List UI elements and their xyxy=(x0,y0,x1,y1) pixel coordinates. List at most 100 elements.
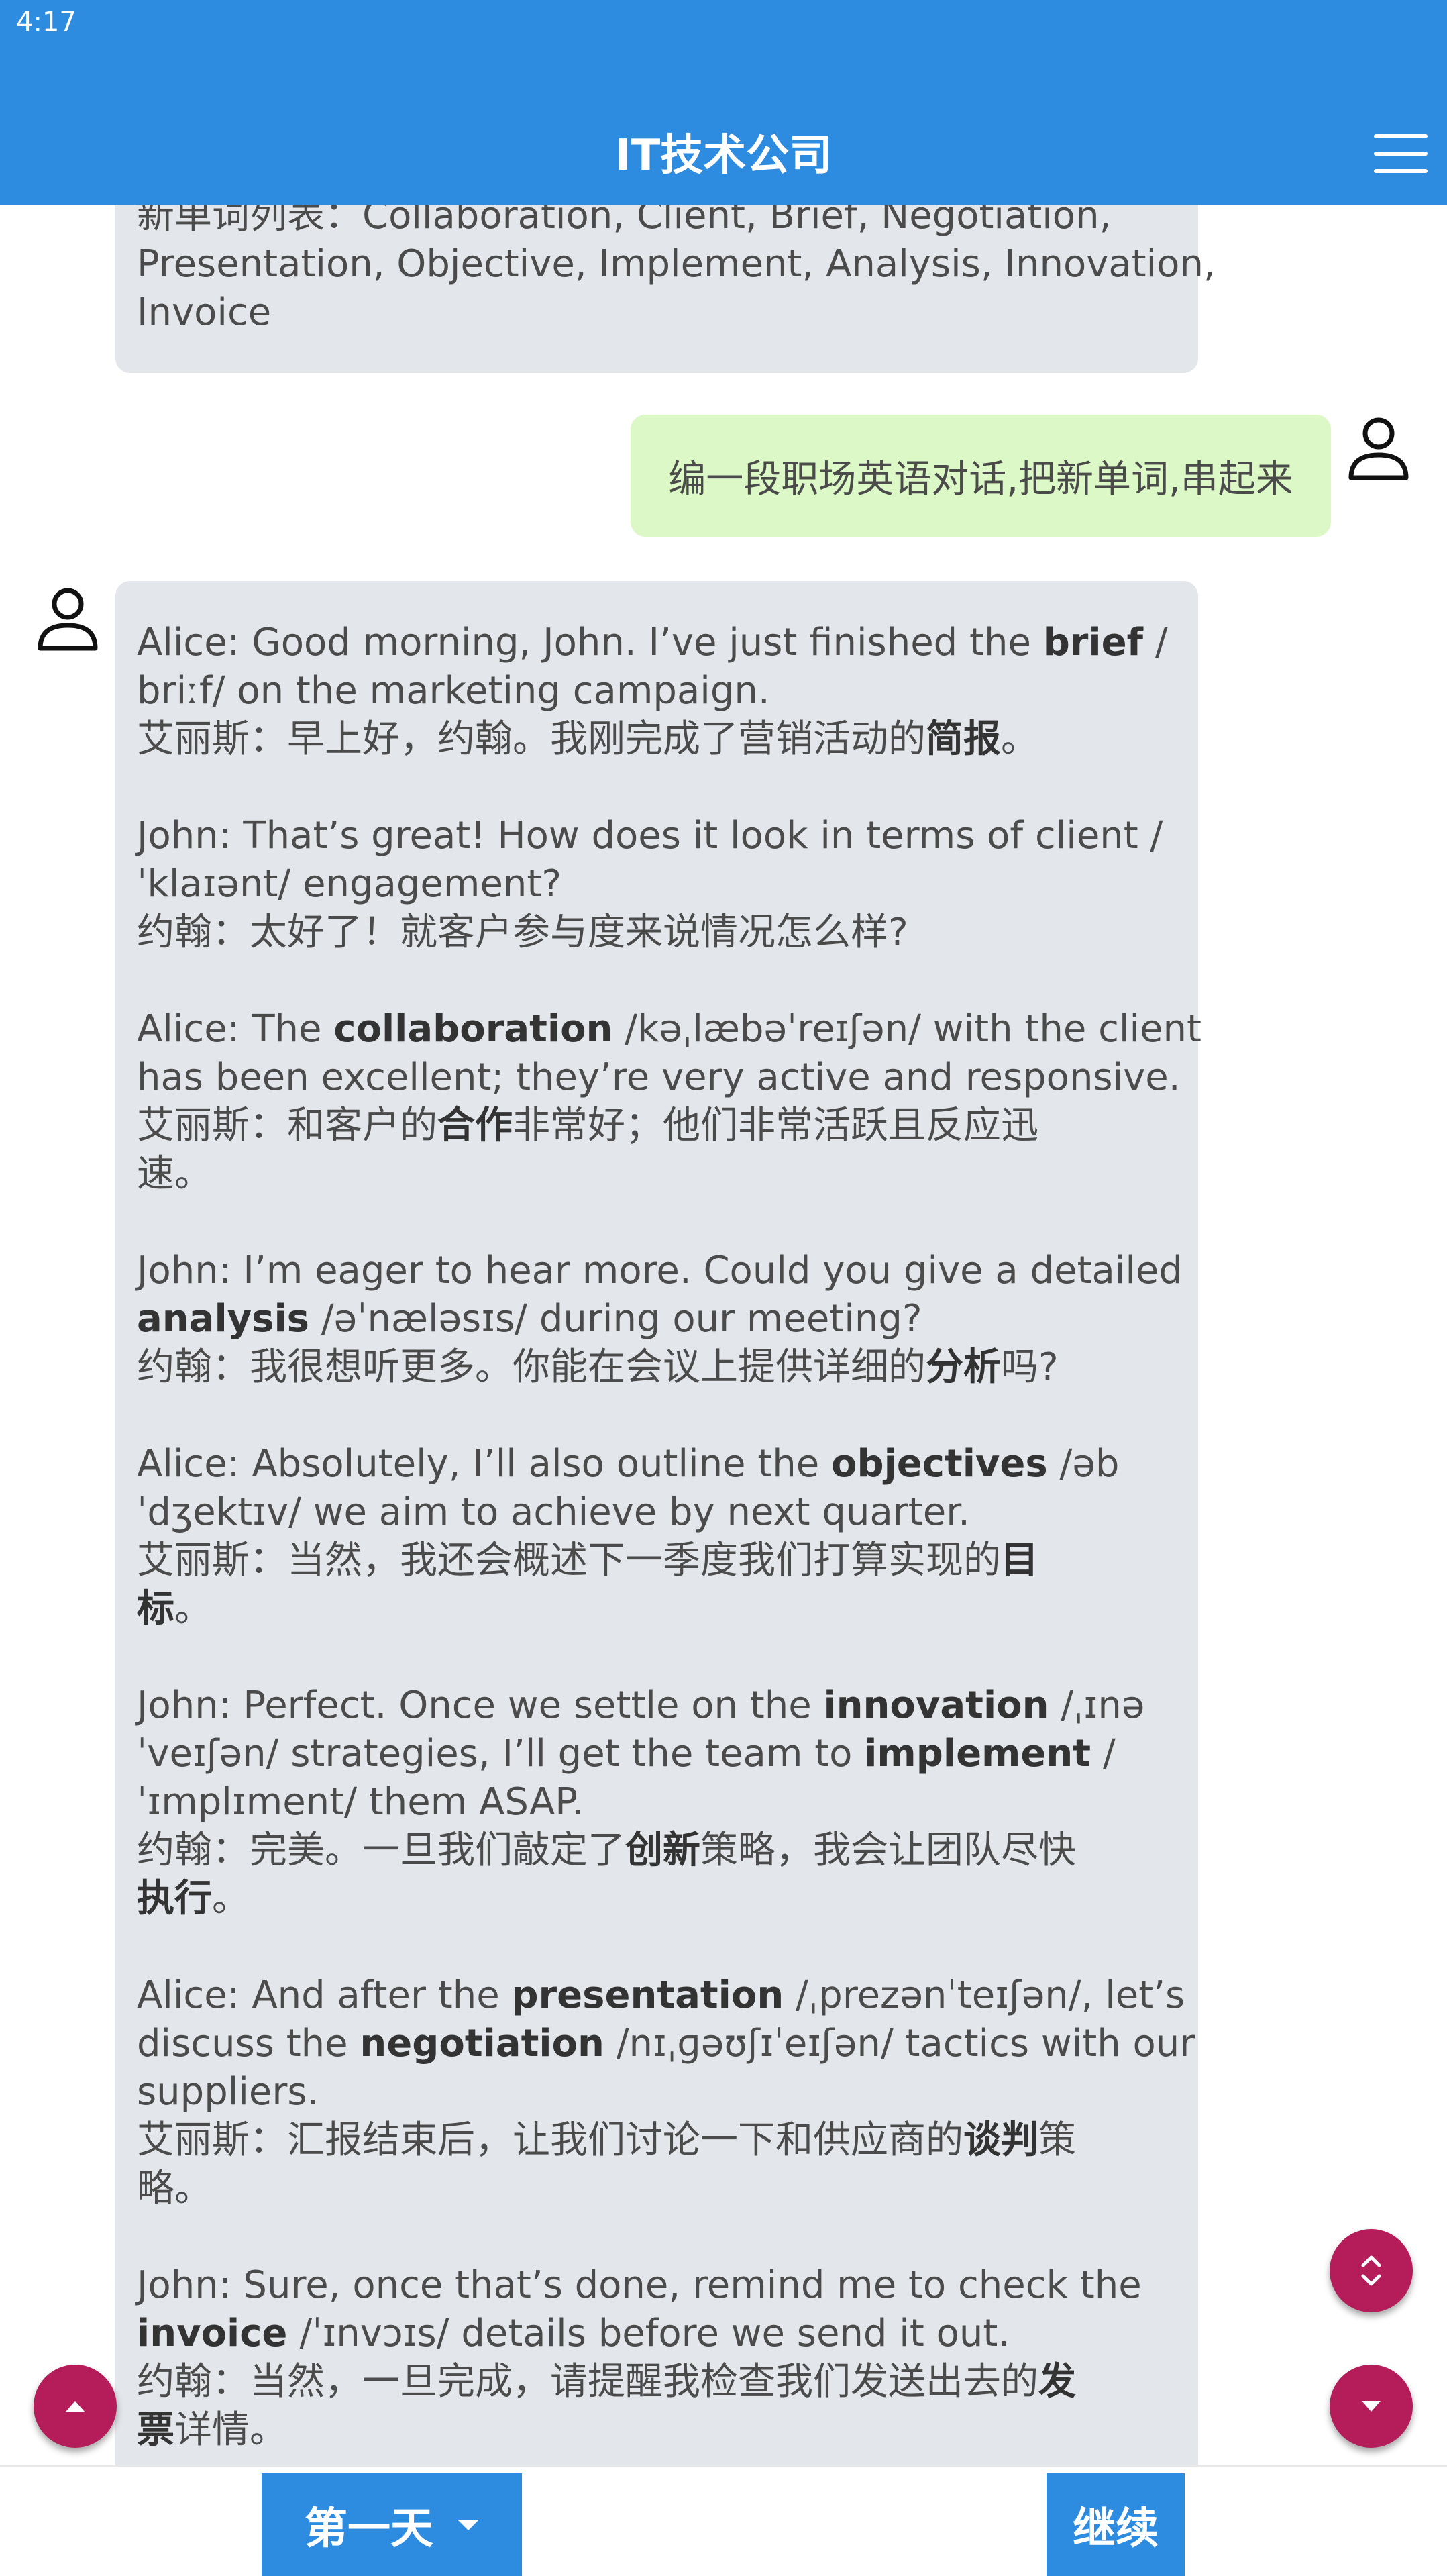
line-text: /ˌɪnə xyxy=(1049,1684,1145,1727)
hamburger-menu-icon[interactable] xyxy=(1374,134,1428,177)
line-text: 。 xyxy=(174,1587,212,1631)
dialogue-line: ˈdʒektɪv/ we aim to achieve by next quar… xyxy=(137,1488,1177,1537)
scroll-toggle-button[interactable] xyxy=(1330,2229,1413,2312)
dialogue-line: 标。 xyxy=(137,1585,1177,1633)
line-text: 详情。 xyxy=(174,2408,287,2452)
dialogue-turn: Alice: The collaboration /kəˌlæbəˈreɪʃən… xyxy=(137,1005,1201,1198)
vocab-word: negotiation xyxy=(360,2022,604,2065)
line-text: 策略，我会让团队尽快 xyxy=(700,1828,1076,1872)
status-time: 4:17 xyxy=(16,7,76,38)
vocab-word: implement xyxy=(864,1732,1091,1775)
dialogue-line: suppliers. xyxy=(137,2068,1177,2116)
dialogue-line: 约翰：完美。一旦我们敲定了创新策略，我会让团队尽快 xyxy=(137,1826,1177,1875)
message-line: Invoice xyxy=(137,291,272,334)
line-text: /ˈɪnvɔɪs/ details before we send it out. xyxy=(287,2312,1010,2355)
status-bar: 4:17 xyxy=(0,0,1447,54)
dialogue-line: 略。 xyxy=(137,2165,1177,2213)
line-text: suppliers. xyxy=(137,2070,319,2114)
line-text: 约翰：完美。一旦我们敲定了 xyxy=(137,1828,625,1872)
dialogue-line: ˈveɪʃən/ strategies, I’ll get the team t… xyxy=(137,1730,1177,1778)
vocab-word: 简报 xyxy=(926,717,1001,761)
line-text: John: I’m eager to hear more. Could you … xyxy=(137,1249,1183,1292)
vocab-word: presentation xyxy=(511,1973,784,2017)
page-title: IT技术公司 xyxy=(614,131,833,181)
dialogue-line: 约翰：太好了！就客户参与度来说情况怎么样? xyxy=(137,909,1177,957)
line-text: 策 xyxy=(1038,2118,1076,2162)
dialogue-line: ˈklaɪənt/ engagement? xyxy=(137,860,1177,909)
dialogue-line: Alice: The collaboration /kəˌlæbəˈreɪʃən… xyxy=(137,1005,1201,1053)
vocab-word: objectives xyxy=(831,1442,1048,1486)
dialogue-line: ˈɪmplɪment/ them ASAP. xyxy=(137,1778,1177,1826)
line-text: John: Sure, once that’s done, remind me … xyxy=(137,2263,1142,2307)
line-text: ˈdʒektɪv/ we aim to achieve by next quar… xyxy=(137,1490,970,1534)
vocab-word: 创新 xyxy=(625,1828,700,1872)
dialogue-line: briːf/ on the marketing campaign. xyxy=(137,667,1177,715)
dropdown-caret-icon xyxy=(458,2519,479,2530)
dialogue-turn: Alice: Good morning, John. I’ve just fin… xyxy=(137,619,1177,764)
dialogue-line: 约翰：我很想听更多。你能在会议上提供详细的分析吗? xyxy=(137,1343,1177,1392)
app-bar: IT技术公司 xyxy=(0,54,1447,205)
dialogue-line: invoice /ˈɪnvɔɪs/ details before we send… xyxy=(137,2310,1177,2358)
assistant-avatar-icon xyxy=(38,588,98,651)
vocab-word: collaboration xyxy=(333,1007,613,1051)
vocab-word: 执行 xyxy=(137,1877,212,1920)
line-text: /əb xyxy=(1047,1442,1120,1486)
vocab-word: innovation xyxy=(823,1684,1049,1727)
dialogue-turn: Alice: And after the presentation /ˌprez… xyxy=(137,1971,1195,2213)
dialogue-turn: Alice: Absolutely, I’ll also outline the… xyxy=(137,1440,1177,1633)
line-text: briːf/ on the marketing campaign. xyxy=(137,669,770,713)
line-text: / xyxy=(1091,1732,1116,1775)
line-text: /ˌprezənˈteɪʃən/, let’s xyxy=(784,1973,1185,2017)
vocab-word: 目 xyxy=(1001,1539,1038,1582)
line-text: 。 xyxy=(1001,717,1038,761)
dialogue-turn: John: Perfect. Once we settle on the inn… xyxy=(137,1682,1177,1923)
scroll-up-button[interactable] xyxy=(34,2365,117,2448)
dialogue-line: discuss the negotiation /nɪˌɡəʊʃɪˈeɪʃən/… xyxy=(137,2020,1195,2068)
dialogue-line: has been excellent; they’re very active … xyxy=(137,1053,1181,1102)
continue-button[interactable]: 继续 xyxy=(1047,2473,1185,2576)
dialogue-line: Alice: Absolutely, I’ll also outline the… xyxy=(137,1440,1177,1488)
line-text: 约翰：太好了！就客户参与度来说情况怎么样? xyxy=(137,911,908,954)
ai-dialogue-message: Alice: Good morning, John. I’ve just fin… xyxy=(115,581,1201,2465)
vocab-word: 分析 xyxy=(926,1345,1001,1389)
scroll-down-button[interactable] xyxy=(1330,2365,1413,2448)
line-text: /nɪˌɡəʊʃɪˈeɪʃən/ tactics with our xyxy=(604,2022,1195,2065)
vocab-word: brief xyxy=(1042,621,1143,664)
dialogue-line: 艾丽斯：早上好，约翰。我刚完成了营销活动的简报。 xyxy=(137,715,1177,764)
dialogue-line: John: That’s great! How does it look in … xyxy=(137,812,1177,860)
dialogue-line: Alice: And after the presentation /ˌprez… xyxy=(137,1971,1185,2020)
line-text: 艾丽斯：和客户的 xyxy=(137,1104,437,1147)
line-text: discuss the xyxy=(137,2022,360,2065)
line-text: ˈɪmplɪment/ them ASAP. xyxy=(137,1780,584,1824)
caret-down-icon xyxy=(1362,2401,1381,2412)
vocab-word: 合作 xyxy=(437,1104,513,1147)
line-text: 。 xyxy=(212,1877,250,1920)
dialogue-turn: John: That’s great! How does it look in … xyxy=(137,812,1177,957)
line-text: ˈveɪʃən/ strategies, I’ll get the team t… xyxy=(137,1732,865,1775)
dialogue-line: John: I’m eager to hear more. Could you … xyxy=(137,1247,1183,1295)
line-text: /əˈnæləsɪs/ during our meeting? xyxy=(309,1297,922,1341)
line-text: 吗? xyxy=(1001,1345,1059,1389)
day-selector-dropdown[interactable]: 第一天 xyxy=(262,2473,522,2576)
dialogue-line: 艾丽斯：当然，我还会概述下一季度我们打算实现的目 xyxy=(137,1537,1177,1585)
line-text: Alice: And after the xyxy=(137,1973,512,2017)
previous-ai-message: 新单词列表：Collaboration, Client, Brief, Nego… xyxy=(115,205,1216,373)
line-text: John: Perfect. Once we settle on the xyxy=(137,1684,824,1727)
line-text: John: That’s great! How does it look in … xyxy=(137,814,1163,858)
dialogue-turn: John: Sure, once that’s done, remind me … xyxy=(137,2261,1177,2455)
vocab-word: invoice xyxy=(137,2312,288,2355)
chevron-up-down-icon xyxy=(1361,2255,1381,2286)
line-text: 艾丽斯：早上好，约翰。我刚完成了营销活动的 xyxy=(137,717,926,761)
dialogue-line: 约翰：当然，一旦完成，请提醒我检查我们发送出去的发 xyxy=(137,2358,1177,2406)
line-text: Alice: Absolutely, I’ll also outline the xyxy=(137,1442,832,1486)
caret-up-icon xyxy=(66,2401,85,2412)
chat-area[interactable]: 新单词列表：Collaboration, Client, Brief, Nego… xyxy=(0,205,1447,2465)
line-text: 速。 xyxy=(137,1152,212,1196)
dialogue-line: analysis /əˈnæləsɪs/ during our meeting? xyxy=(137,1295,1177,1343)
dialogue-line: 艾丽斯：和客户的合作非常好；他们非常活跃且反应迅 xyxy=(137,1102,1177,1150)
